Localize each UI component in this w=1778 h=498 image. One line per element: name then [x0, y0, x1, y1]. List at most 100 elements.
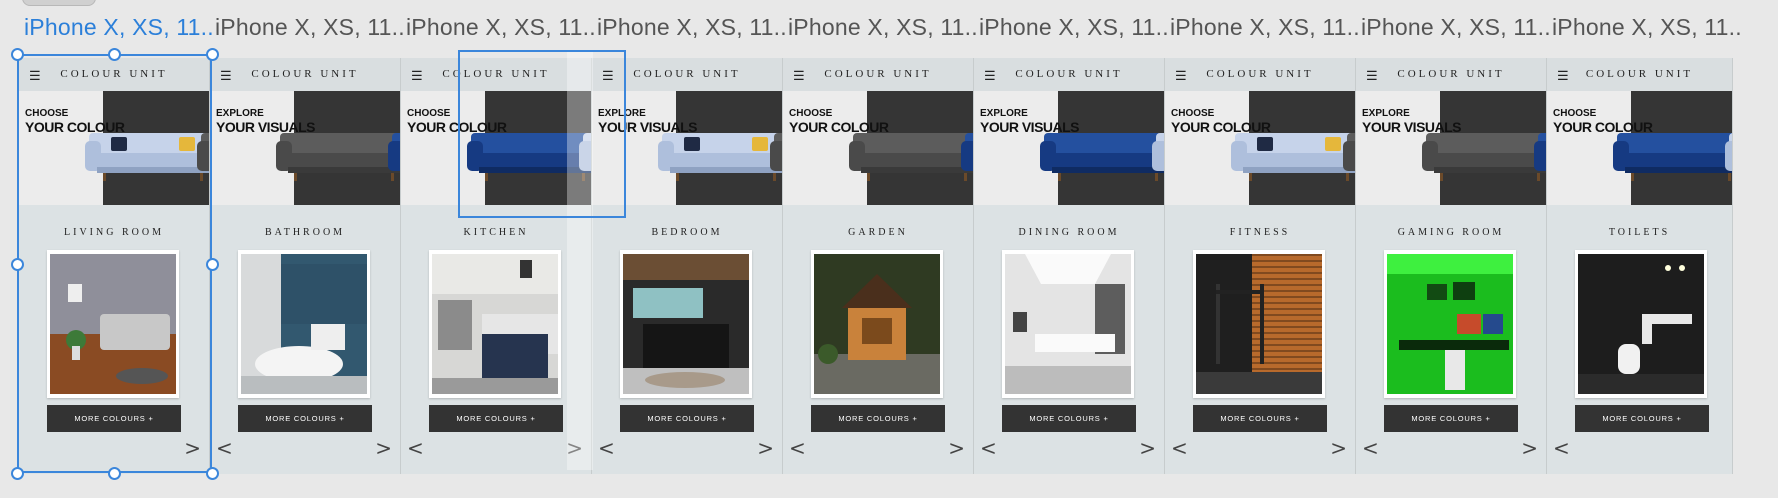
artboard-label[interactable]: iPhone X, XS, 11...	[1170, 14, 1360, 41]
chevron-left-icon[interactable]: <	[216, 438, 233, 458]
more-colours-button[interactable]: MORE COLOURS +	[620, 405, 754, 432]
brand-logo: COLOUR UNIT	[1397, 68, 1505, 80]
artboard-labels: iPhone X, XS, 11... iPhone X, XS, 11... iP…	[0, 14, 1778, 44]
resize-handle-top[interactable]	[108, 48, 121, 61]
artboard-garden[interactable]: ☰ COLOUR UNIT CHOOSE YOUR COLOUR GARDEN …	[782, 58, 973, 474]
room-photo-frame[interactable]	[429, 250, 561, 398]
resize-handle-top-right[interactable]	[206, 48, 219, 61]
hero-banner: EXPLORE YOUR VISUALS	[974, 91, 1164, 205]
hero-heading-line2: YOUR VISUALS	[1362, 118, 1462, 135]
resize-handle-left[interactable]	[11, 258, 24, 271]
hero-heading-line2: YOUR VISUALS	[980, 118, 1080, 135]
chevron-right-icon[interactable]: >	[948, 438, 965, 458]
sofa-image	[1725, 133, 1732, 171]
chevron-right-icon[interactable]: >	[184, 438, 201, 458]
resize-handle-top-left[interactable]	[11, 48, 24, 61]
room-title: KITCHEN	[463, 227, 529, 238]
resize-handle-bottom-right[interactable]	[206, 467, 219, 480]
artboard-label[interactable]: iPhone X, XS, 11...	[979, 14, 1169, 41]
room-photo-frame[interactable]	[811, 250, 943, 398]
more-colours-button[interactable]: MORE COLOURS +	[811, 405, 945, 432]
artboard-label[interactable]: iPhone X, XS, 11...	[1361, 14, 1551, 41]
room-photo-frame[interactable]	[47, 250, 179, 398]
more-colours-button[interactable]: MORE COLOURS +	[1193, 405, 1327, 432]
toilets-photo	[1578, 254, 1704, 394]
room-photo-frame[interactable]	[238, 250, 370, 398]
more-colours-button[interactable]: MORE COLOURS +	[429, 405, 563, 432]
app-header: ☰ COLOUR UNIT	[974, 58, 1164, 91]
bedroom-photo	[623, 254, 749, 394]
sofa-image	[849, 133, 973, 181]
artboard-dining-room[interactable]: ☰ COLOUR UNIT EXPLORE YOUR VISUALS DININ…	[973, 58, 1164, 474]
chevron-right-icon[interactable]: >	[375, 438, 392, 458]
hero-heading-line2: YOUR VISUALS	[598, 118, 698, 135]
hero-heading-line2: YOUR COLOUR	[407, 118, 507, 135]
chevron-right-icon[interactable]: >	[1330, 438, 1347, 458]
room-photo-frame[interactable]	[620, 250, 752, 398]
room-section: LIVING ROOM MORE COLOURS + >	[19, 205, 209, 474]
garden-photo	[814, 254, 940, 394]
hero-heading-line1: CHOOSE	[789, 108, 833, 119]
chevron-left-icon[interactable]: <	[1362, 438, 1379, 458]
chevron-left-icon[interactable]: <	[1553, 438, 1570, 458]
hero-heading-line2: YOUR COLOUR	[789, 118, 889, 135]
chevron-right-icon[interactable]: >	[1139, 438, 1156, 458]
chevron-left-icon[interactable]: <	[980, 438, 997, 458]
toolbar-pill[interactable]	[22, 0, 96, 6]
room-section: GAMING ROOM MORE COLOURS + < >	[1356, 205, 1546, 474]
chevron-left-icon[interactable]: <	[1171, 438, 1188, 458]
sofa-image	[388, 133, 400, 171]
app-header: ☰ COLOUR UNIT	[401, 58, 591, 91]
chevron-left-icon[interactable]: <	[789, 438, 806, 458]
brand-logo: COLOUR UNIT	[1206, 68, 1314, 80]
room-photo-frame[interactable]	[1575, 250, 1707, 398]
sofa-image	[1534, 133, 1546, 171]
living-room-photo	[50, 254, 176, 394]
artboard-label[interactable]: iPhone X, XS, 11...	[215, 14, 405, 41]
brand-logo: COLOUR UNIT	[824, 68, 932, 80]
more-colours-button[interactable]: MORE COLOURS +	[1575, 405, 1709, 432]
room-photo-frame[interactable]	[1384, 250, 1516, 398]
artboard-label[interactable]: iPhone X, XS, 11...	[597, 14, 787, 41]
hero-heading-line1: EXPLORE	[216, 108, 264, 119]
room-section: DINING ROOM MORE COLOURS + < >	[974, 205, 1164, 474]
room-section: TOILETS MORE COLOURS + <	[1547, 205, 1732, 474]
resize-handle-bottom[interactable]	[108, 467, 121, 480]
brand-logo: COLOUR UNIT	[442, 68, 550, 80]
brand-logo: COLOUR UNIT	[1585, 68, 1694, 80]
artboard-label[interactable]: iPhone X, XS, 11...	[24, 14, 214, 41]
more-colours-button[interactable]: MORE COLOURS +	[1002, 405, 1136, 432]
hero-banner: EXPLORE YOUR VISUALS	[210, 91, 400, 205]
artboard-gaming-room[interactable]: ☰ COLOUR UNIT EXPLORE YOUR VISUALS GAMIN…	[1355, 58, 1546, 474]
artboard-bedroom[interactable]: ☰ COLOUR UNIT EXPLORE YOUR VISUALS BEDRO…	[591, 58, 782, 474]
artboard-fitness[interactable]: ☰ COLOUR UNIT CHOOSE YOUR COLOUR FITNESS…	[1164, 58, 1355, 474]
more-colours-button[interactable]: MORE COLOURS +	[47, 405, 181, 432]
room-photo-frame[interactable]	[1193, 250, 1325, 398]
artboard-living-room[interactable]: ☰ COLOUR UNIT CHOOSE YOUR COLOUR LIVING …	[18, 58, 209, 474]
hero-heading: EXPLORE YOUR VISUALS	[216, 108, 316, 134]
artboard-label[interactable]: iPhone X, XS, 11...	[406, 14, 596, 41]
hero-heading-line1: EXPLORE	[980, 108, 1028, 119]
artboard-label[interactable]: iPhone X, XS, 11...	[788, 14, 978, 41]
room-title: BEDROOM	[651, 227, 723, 238]
resize-handle-bottom-left[interactable]	[11, 467, 24, 480]
artboard-label[interactable]: iPhone X, XS, 11...	[1552, 14, 1742, 41]
hero-heading-line1: CHOOSE	[407, 108, 451, 119]
hero-heading: CHOOSE YOUR COLOUR	[407, 108, 507, 135]
chevron-right-icon[interactable]: >	[757, 438, 774, 458]
hero-banner: CHOOSE YOUR COLOUR	[783, 91, 973, 205]
room-photo-frame[interactable]	[1002, 250, 1134, 398]
resize-handle-right[interactable]	[206, 258, 219, 271]
more-colours-button[interactable]: MORE COLOURS +	[238, 405, 372, 432]
chevron-left-icon[interactable]: <	[407, 438, 424, 458]
room-title: BATHROOM	[264, 227, 346, 238]
artboard-bathroom[interactable]: ☰ COLOUR UNIT EXPLORE YOUR VISUALS BATHR…	[209, 58, 400, 474]
sofa-image	[1040, 133, 1164, 181]
artboard-toilets[interactable]: ☰ COLOUR UNIT CHOOSE YOUR COLOUR TOILETS…	[1546, 58, 1733, 474]
room-section: FITNESS MORE COLOURS + < >	[1165, 205, 1355, 474]
hero-heading: EXPLORE YOUR VISUALS	[980, 108, 1080, 135]
chevron-left-icon[interactable]: <	[598, 438, 615, 458]
artboard-kitchen[interactable]: ☰ COLOUR UNIT CHOOSE YOUR COLOUR KITCHEN…	[400, 58, 591, 474]
chevron-right-icon[interactable]: >	[1521, 438, 1538, 458]
more-colours-button[interactable]: MORE COLOURS +	[1384, 405, 1518, 432]
